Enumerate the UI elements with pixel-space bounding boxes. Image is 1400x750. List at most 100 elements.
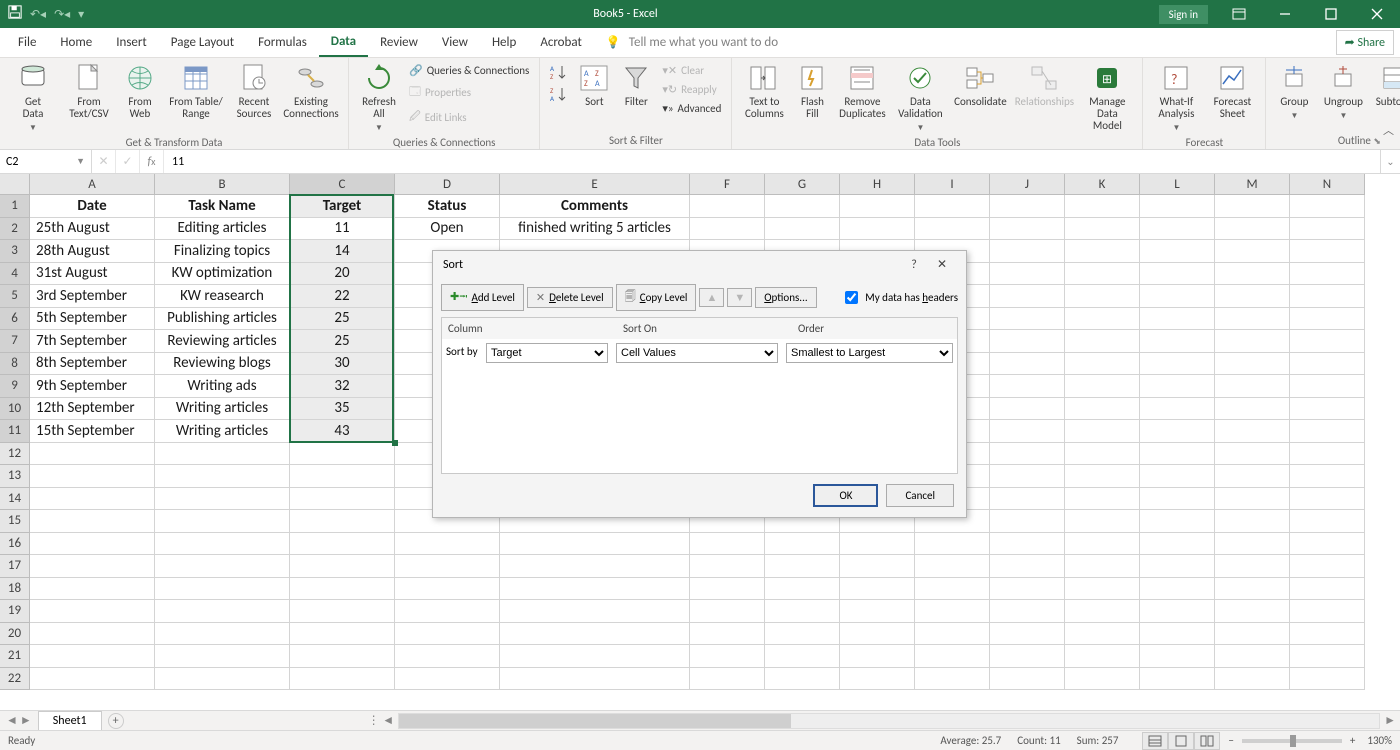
from-text-csv-button[interactable]: FromText/CSV: [62, 60, 116, 122]
cell[interactable]: [1215, 398, 1290, 421]
cell[interactable]: [1215, 420, 1290, 443]
cell[interactable]: [765, 195, 840, 218]
cell[interactable]: [290, 600, 395, 623]
cell[interactable]: [1140, 330, 1215, 353]
cell[interactable]: 43: [290, 420, 395, 443]
cell[interactable]: [765, 218, 840, 241]
cell[interactable]: [155, 533, 290, 556]
cell[interactable]: Comments: [500, 195, 690, 218]
column-header-G[interactable]: G: [765, 174, 840, 195]
column-header-K[interactable]: K: [1065, 174, 1140, 195]
column-header-N[interactable]: N: [1290, 174, 1365, 195]
cell[interactable]: [990, 375, 1065, 398]
cell[interactable]: [1290, 285, 1365, 308]
cell[interactable]: Target: [290, 195, 395, 218]
cell[interactable]: [1065, 668, 1140, 691]
cell[interactable]: [990, 398, 1065, 421]
cell[interactable]: [690, 645, 765, 668]
tab-acrobat[interactable]: Acrobat: [528, 29, 594, 56]
text-to-columns-button[interactable]: Text toColumns: [738, 60, 790, 122]
cell[interactable]: [1215, 443, 1290, 466]
cell[interactable]: [915, 555, 990, 578]
chevron-down-icon[interactable]: ▼: [76, 156, 85, 167]
zoom-slider[interactable]: [1242, 739, 1342, 743]
save-icon[interactable]: [8, 5, 22, 23]
cell[interactable]: [1065, 555, 1140, 578]
cell[interactable]: 3rd September: [30, 285, 155, 308]
row-header[interactable]: 14: [0, 488, 30, 511]
cell[interactable]: [1140, 488, 1215, 511]
row-header[interactable]: 8: [0, 353, 30, 376]
cell[interactable]: [1215, 533, 1290, 556]
maximize-icon[interactable]: [1308, 0, 1354, 28]
cell[interactable]: [1065, 195, 1140, 218]
row-header[interactable]: 18: [0, 578, 30, 601]
cell[interactable]: [1290, 375, 1365, 398]
cell[interactable]: [1215, 488, 1290, 511]
cell[interactable]: [1065, 398, 1140, 421]
cell[interactable]: 31st August: [30, 263, 155, 286]
row-header[interactable]: 10: [0, 398, 30, 421]
cell[interactable]: [30, 578, 155, 601]
cell[interactable]: [690, 578, 765, 601]
cell[interactable]: [1290, 398, 1365, 421]
cell[interactable]: [1065, 330, 1140, 353]
sheet-nav-next-icon[interactable]: ►: [20, 713, 32, 728]
cell[interactable]: [1290, 420, 1365, 443]
cell[interactable]: [765, 623, 840, 646]
row-header[interactable]: 20: [0, 623, 30, 646]
cell[interactable]: [1140, 555, 1215, 578]
share-button[interactable]: ➦ Share: [1336, 30, 1394, 55]
cell[interactable]: [1215, 218, 1290, 241]
remove-duplicates-button[interactable]: RemoveDuplicates: [834, 60, 890, 122]
cell[interactable]: [155, 555, 290, 578]
page-break-view-icon[interactable]: [1194, 732, 1220, 750]
cell[interactable]: [915, 195, 990, 218]
cell[interactable]: Publishing articles: [155, 308, 290, 331]
cell[interactable]: [1140, 600, 1215, 623]
row-header[interactable]: 5: [0, 285, 30, 308]
manage-data-model-button[interactable]: ⊞ManageData Model: [1078, 60, 1136, 134]
cell[interactable]: [1290, 330, 1365, 353]
cell[interactable]: [990, 578, 1065, 601]
cell[interactable]: [690, 533, 765, 556]
copy-level-button[interactable]: 🗐Copy Level: [616, 284, 697, 311]
cell[interactable]: [990, 443, 1065, 466]
cell[interactable]: [1215, 578, 1290, 601]
tab-file[interactable]: File: [6, 29, 48, 56]
cell[interactable]: [395, 645, 500, 668]
cell[interactable]: 5th September: [30, 308, 155, 331]
cell[interactable]: [155, 645, 290, 668]
cell[interactable]: [915, 668, 990, 691]
cell[interactable]: [500, 668, 690, 691]
cell[interactable]: [1065, 645, 1140, 668]
column-header-J[interactable]: J: [990, 174, 1065, 195]
cell[interactable]: Reviewing blogs: [155, 353, 290, 376]
cell[interactable]: [1140, 623, 1215, 646]
clear-filter-button[interactable]: ▾✕Clear: [658, 62, 725, 79]
tab-help[interactable]: Help: [480, 29, 528, 56]
group-button[interactable]: Group▼: [1272, 60, 1316, 124]
cell[interactable]: [990, 510, 1065, 533]
cell[interactable]: [840, 533, 915, 556]
cell[interactable]: [765, 668, 840, 691]
cell[interactable]: 22: [290, 285, 395, 308]
cell[interactable]: [500, 555, 690, 578]
sort-options-button[interactable]: Options...: [755, 287, 816, 308]
cell[interactable]: [500, 533, 690, 556]
cell[interactable]: [990, 465, 1065, 488]
row-header[interactable]: 1: [0, 195, 30, 218]
zoom-level[interactable]: 130%: [1367, 734, 1392, 747]
cell[interactable]: [1140, 398, 1215, 421]
cell[interactable]: 30: [290, 353, 395, 376]
column-header-M[interactable]: M: [1215, 174, 1290, 195]
tab-insert[interactable]: Insert: [104, 29, 159, 56]
cell[interactable]: [500, 623, 690, 646]
cell[interactable]: [990, 488, 1065, 511]
filter-button[interactable]: Filter: [616, 60, 656, 110]
cell[interactable]: [30, 623, 155, 646]
cell[interactable]: 28th August: [30, 240, 155, 263]
reapply-button[interactable]: ▾↻Reapply: [658, 81, 725, 98]
move-down-button[interactable]: ▼: [727, 288, 752, 307]
cell[interactable]: [990, 555, 1065, 578]
